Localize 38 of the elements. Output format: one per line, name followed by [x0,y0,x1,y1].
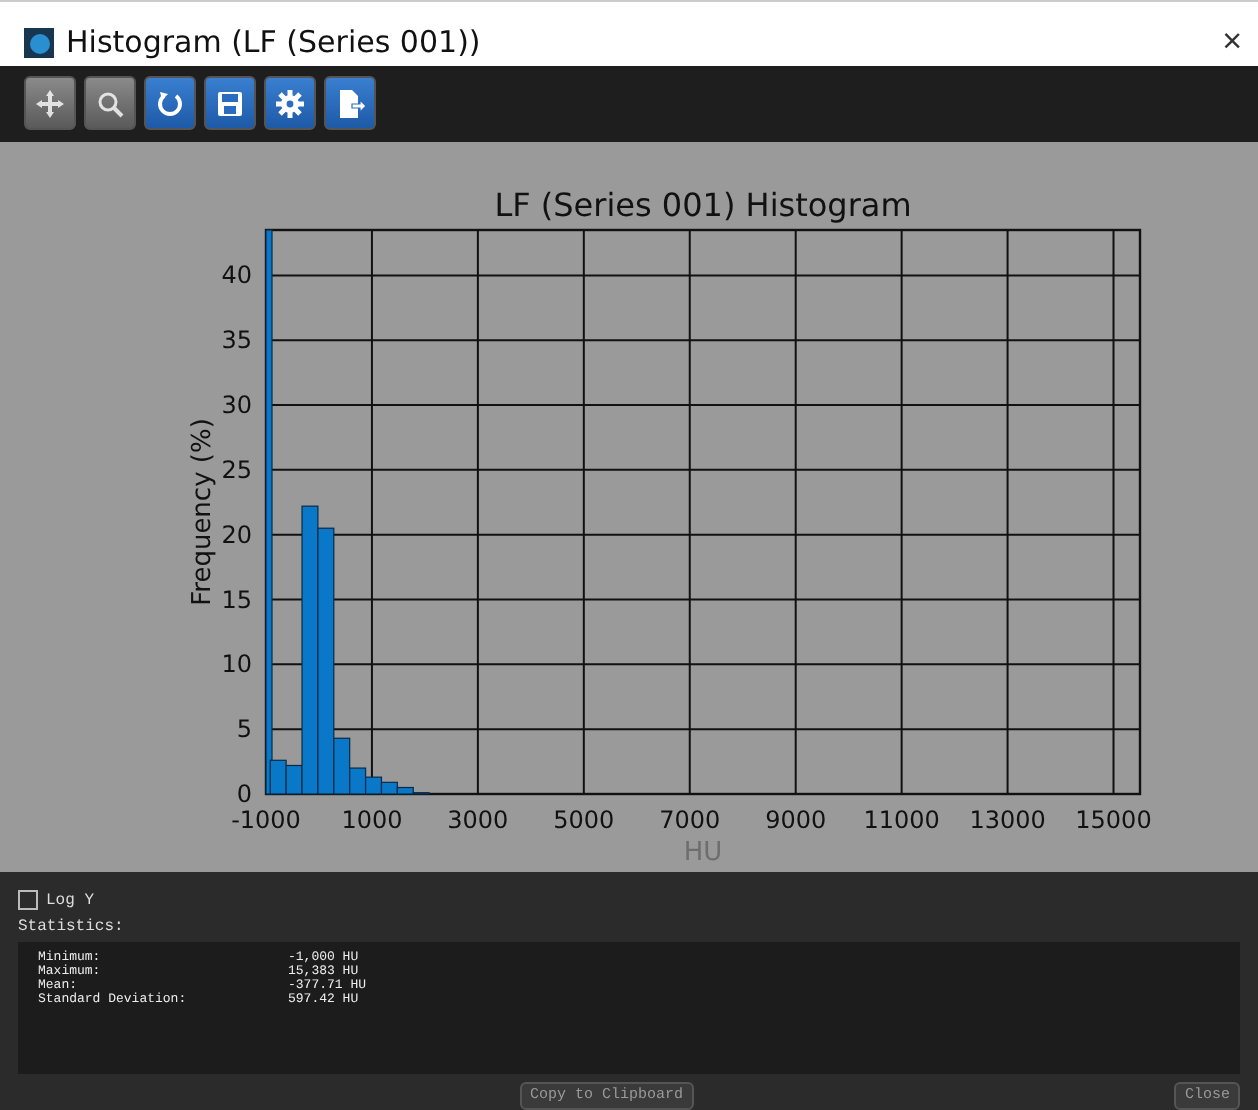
x-tick-label: -1000 [231,806,301,834]
y-tick-label: 0 [236,780,252,808]
x-tick-label: 7000 [659,806,721,834]
x-tick-label: 1000 [341,806,403,834]
y-tick-label: 35 [221,326,252,355]
search-button[interactable] [84,76,136,131]
x-tick-label: 3000 [447,806,509,834]
y-tick-label: 10 [221,650,252,679]
y-tick-label: 5 [236,715,252,744]
close-button[interactable]: × [1222,22,1242,63]
chart-title: LF (Series 001) Histogram [494,186,912,224]
x-tick-label: 13000 [969,806,1046,834]
x-tick-label: 9000 [765,806,827,834]
y-tick-label: 15 [221,585,252,614]
export-button[interactable] [324,76,376,131]
gear-button[interactable] [264,76,316,131]
move-button[interactable] [24,76,76,131]
y-axis-label: Frequency (%) [188,418,218,606]
y-tick-label: 25 [221,455,252,484]
reset-button[interactable] [144,76,196,131]
search-icon [94,87,126,120]
gear-icon [274,87,306,120]
checkbox-label: Log Y [46,891,95,909]
y-tick-label: 40 [221,261,252,290]
x-tick-label: 11000 [863,806,940,834]
move-icon [34,87,66,120]
checkbox[interactable] [18,890,38,910]
app-icon [24,27,54,58]
x-tick-label: 5000 [553,806,615,834]
reset-icon [154,87,186,120]
window-title: Histogram (LF (Series 001)) [66,24,483,61]
y-tick-label: 20 [221,520,252,549]
save-button[interactable] [204,76,256,131]
statistics-heading: Statistics: [18,918,126,936]
export-icon [334,87,366,120]
save-icon [214,87,246,120]
y-tick-label: 30 [221,391,252,420]
x-tick-label: 15000 [1075,806,1152,834]
